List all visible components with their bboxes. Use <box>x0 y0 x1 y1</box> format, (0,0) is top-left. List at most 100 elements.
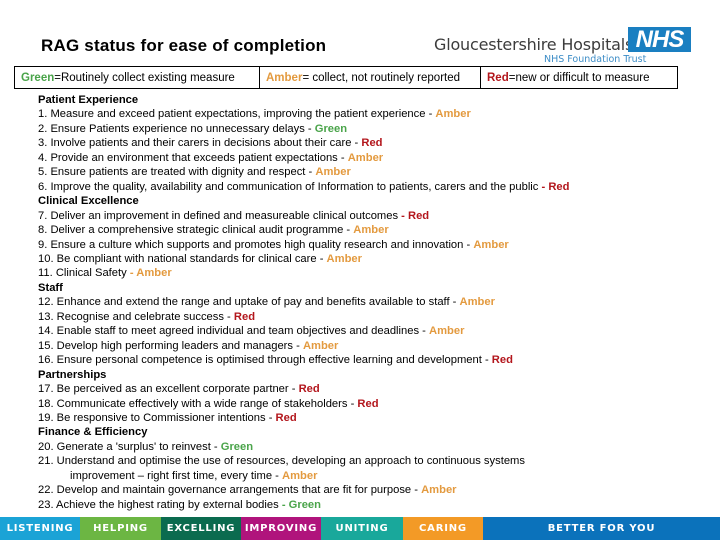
objective-item: 6. Improve the quality, availability and… <box>38 180 708 194</box>
objective-item: 16. Ensure personal competence is optimi… <box>38 353 708 367</box>
rag-status: Amber <box>347 151 384 164</box>
logo-subtitle: NHS Foundation Trust <box>544 54 647 65</box>
objective-text: 22. Develop and maintain governance arra… <box>38 484 422 497</box>
rag-status: Red <box>233 310 256 323</box>
objective-text: improvement – right first time, every ti… <box>70 469 282 482</box>
legend-status-red: Red <box>487 71 509 84</box>
rag-status: Amber <box>435 108 471 121</box>
rag-status: Red <box>357 397 379 410</box>
objectives-list: Patient Experience 1. Measure and exceed … <box>38 93 708 512</box>
rag-status: Amber <box>429 325 465 338</box>
rag-status: Amber <box>459 296 495 309</box>
rag-status: Green <box>220 440 254 453</box>
section-heading: Patient Experience <box>38 94 139 106</box>
rag-status: Amber <box>282 469 318 482</box>
section-heading: Clinical Excellence <box>38 195 139 208</box>
objective-text: 10. Be compliant with national standards… <box>38 252 327 265</box>
objective-text: 11. Clinical Safety <box>38 267 130 280</box>
section-heading: Finance & Efficiency <box>38 426 148 439</box>
rag-status: Green <box>314 122 348 135</box>
objective-text: 9. Ensure a culture which supports and p… <box>38 238 474 251</box>
rag-status: Amber <box>473 238 509 251</box>
objective-text: 13. Recognise and celebrate success - <box>38 310 234 323</box>
objective-item: 1. Measure and exceed patient expectatio… <box>38 107 708 121</box>
legend-text-amber: = collect, not routinely reported <box>302 71 461 84</box>
rag-status: Amber <box>326 252 362 265</box>
objective-item: 17. Be perceived as an excellent corpora… <box>38 382 708 396</box>
objective-item: 22. Develop and maintain governance arra… <box>38 483 708 497</box>
rag-status: Red <box>275 411 297 424</box>
rag-status: - Amber <box>129 267 172 280</box>
logo-org-name: Gloucestershire Hospitals <box>434 35 634 54</box>
objective-text: 4. Provide an environment that exceeds p… <box>38 151 348 164</box>
rag-status: Amber <box>421 484 457 497</box>
objective-text: 16. Ensure personal competence is optimi… <box>38 354 492 367</box>
objective-text: 2. Ensure Patients experience no unneces… <box>38 122 315 135</box>
objective-item: 18. Communicate effectively with a wide … <box>38 397 708 411</box>
rag-status: Amber <box>315 166 351 179</box>
legend-green: Green =Routinely collect existing measur… <box>15 67 259 88</box>
objective-item: 21. Understand and optimise the use of r… <box>38 454 708 468</box>
objective-item: 4. Provide an environment that exceeds p… <box>38 151 708 165</box>
objective-text: 20. Generate a 'surplus' to reinvest - <box>38 440 221 453</box>
objective-item: 14. Enable staff to meet agreed individu… <box>38 324 708 338</box>
objective-item: improvement – right first time, every ti… <box>38 469 708 483</box>
objective-item: 12. Enhance and extend the range and upt… <box>38 295 708 309</box>
objective-text: 17. Be perceived as an excellent corpora… <box>38 383 299 396</box>
legend-text-green: =Routinely collect existing measure <box>54 71 235 84</box>
objective-text: 6. Improve the quality, availability and… <box>38 180 542 193</box>
values-banner: LISTENING HELPING EXCELLING IMPROVING UN… <box>0 517 720 540</box>
objective-text: 14. Enable staff to meet agreed individu… <box>38 325 429 338</box>
rag-status: Red <box>298 383 320 396</box>
objective-item: 13. Recognise and celebrate success - Re… <box>38 310 708 324</box>
rag-status: Amber <box>302 339 339 352</box>
objective-text: 12. Enhance and extend the range and upt… <box>38 296 460 309</box>
legend-text-red: =new or difficult to measure <box>508 71 650 84</box>
value-uniting: UNITING <box>321 517 403 540</box>
value-listening: LISTENING <box>0 517 80 540</box>
objective-item: 23. Achieve the highest rating by extern… <box>38 498 708 512</box>
value-improving: IMPROVING <box>241 517 321 540</box>
section-heading: Partnerships <box>38 368 107 381</box>
objective-item: 2. Ensure Patients experience no unneces… <box>38 122 708 136</box>
rag-status: Red <box>491 354 513 367</box>
objective-text: 23. Achieve the highest rating by extern… <box>38 498 282 511</box>
page-title: RAG status for ease of completion <box>41 36 327 55</box>
legend-status-amber: Amber <box>266 71 303 84</box>
objective-text: 1. Measure and exceed patient expectatio… <box>38 108 436 121</box>
value-helping: HELPING <box>80 517 161 540</box>
legend-red: Red =new or difficult to measure <box>480 67 677 88</box>
objective-text: 5. Ensure patients are treated with dign… <box>38 166 316 179</box>
rag-status: - Red <box>541 180 570 193</box>
rag-status: - Green <box>281 498 321 511</box>
objective-item: 3. Involve patients and their carers in … <box>38 136 708 150</box>
objective-item: 5. Ensure patients are treated with dign… <box>38 165 708 179</box>
section-heading: Staff <box>38 281 63 294</box>
objective-text: 15. Develop high performing leaders and … <box>38 339 303 352</box>
objective-text: 7. Deliver an improvement in defined and… <box>38 209 402 222</box>
objective-item: 11. Clinical Safety - Amber <box>38 266 708 280</box>
rag-status: Amber <box>353 224 389 237</box>
value-caring: CARING <box>403 517 483 540</box>
objective-item: 15. Develop high performing leaders and … <box>38 339 708 353</box>
legend-amber: Amber = collect, not routinely reported <box>259 67 480 88</box>
rag-status: - Red <box>401 209 430 222</box>
value-better-for-you: BETTER FOR YOU <box>483 517 720 540</box>
objective-item: 9. Ensure a culture which supports and p… <box>38 238 708 252</box>
objective-item: 10. Be compliant with national standards… <box>38 252 708 266</box>
value-excelling: EXCELLING <box>161 517 241 540</box>
objective-text: 21. Understand and optimise the use of r… <box>38 455 525 468</box>
nhs-logo-mark: NHS <box>628 27 691 52</box>
objective-item: 20. Generate a 'surplus' to reinvest - G… <box>38 440 708 454</box>
trust-logo: Gloucestershire Hospitals NHS NHS Founda… <box>432 26 694 66</box>
legend-status-green: Green <box>21 71 55 84</box>
objective-item: 7. Deliver an improvement in defined and… <box>38 209 708 223</box>
objective-text: 8. Deliver a comprehensive strategic cli… <box>38 224 354 237</box>
objective-text: 19. Be responsive to Commissioner intent… <box>38 411 276 424</box>
objective-text: 3. Involve patients and their carers in … <box>38 137 362 150</box>
objective-item: 19. Be responsive to Commissioner intent… <box>38 411 708 425</box>
rag-legend: Green =Routinely collect existing measur… <box>14 66 678 89</box>
rag-status: Red <box>361 137 383 150</box>
objective-item: 8. Deliver a comprehensive strategic cli… <box>38 223 708 237</box>
objective-text: 18. Communicate effectively with a wide … <box>38 397 358 410</box>
